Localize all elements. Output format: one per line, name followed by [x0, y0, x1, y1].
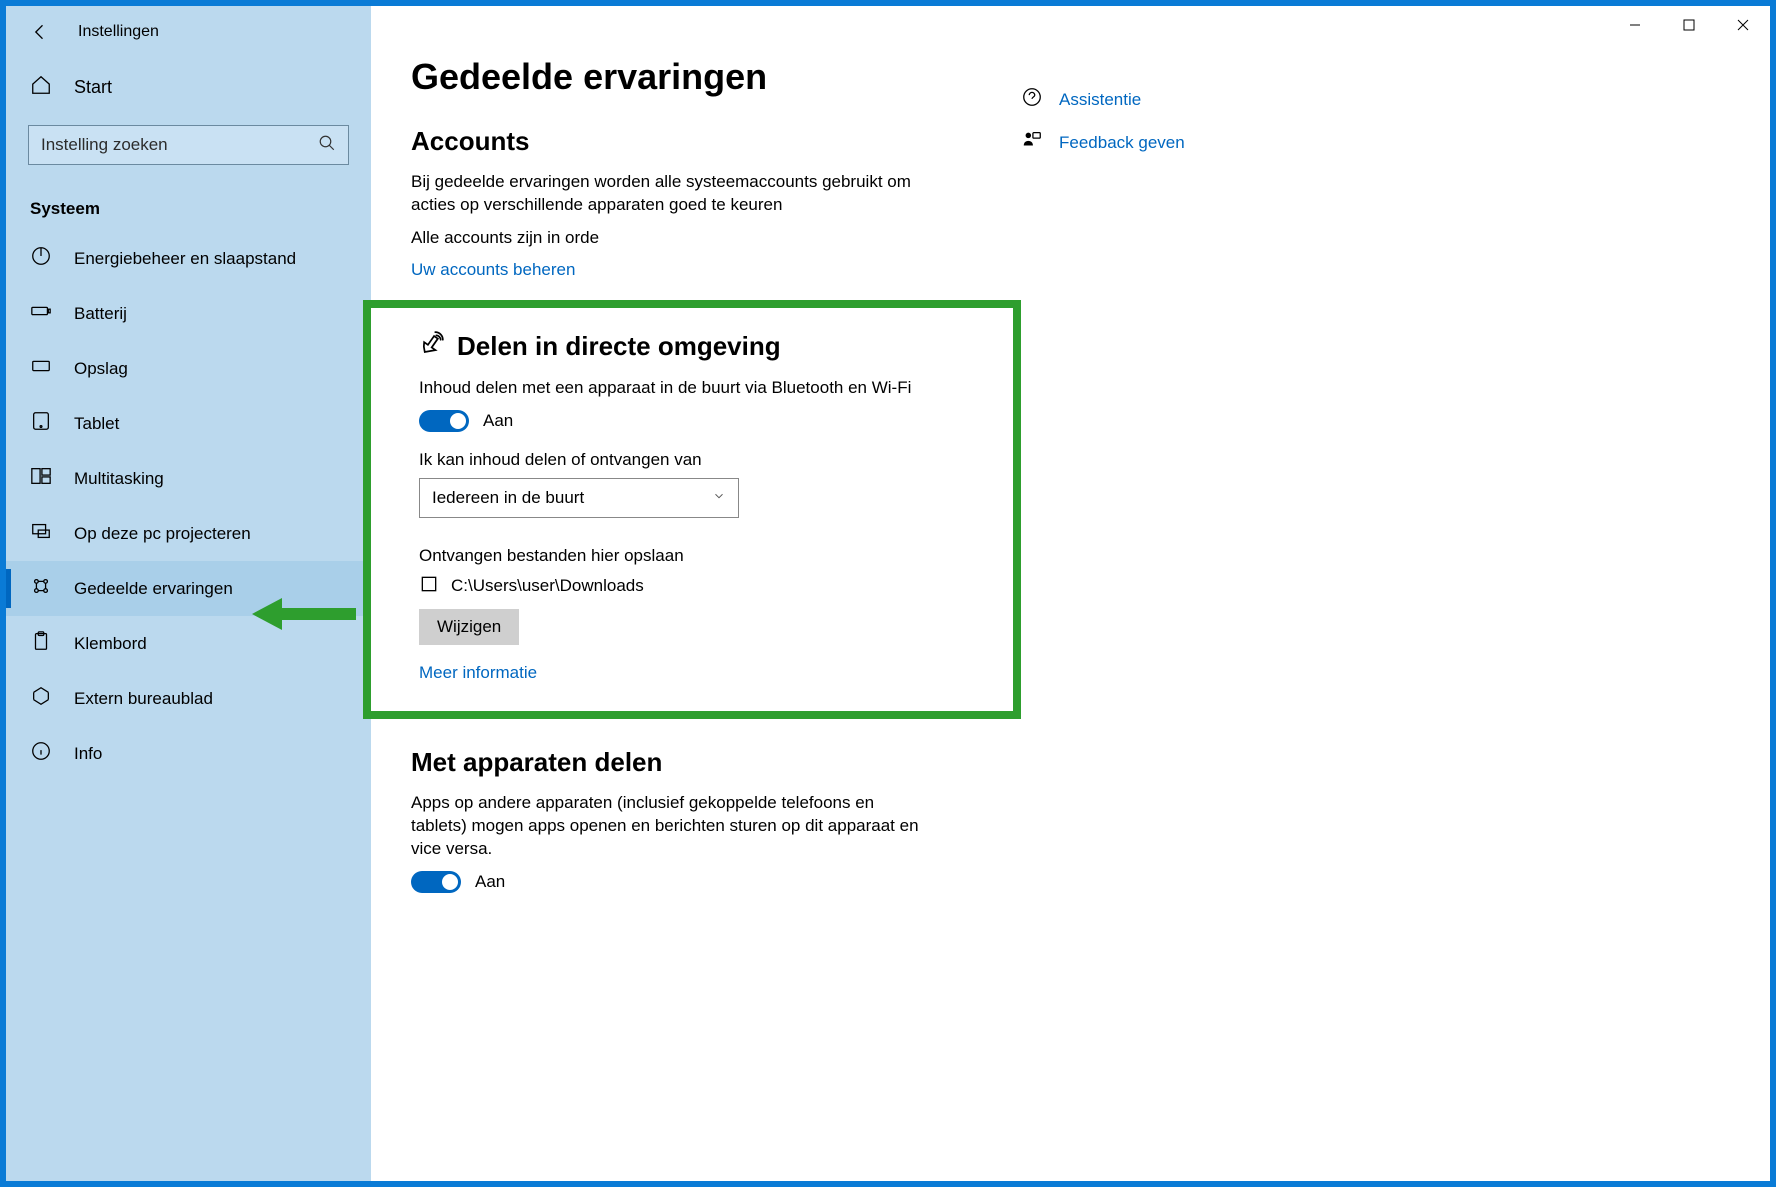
titlebar-controls [1608, 6, 1770, 44]
folder-icon [419, 574, 439, 599]
nearby-title-row: Delen in directe omgeving [419, 330, 973, 363]
accounts-status: Alle accounts zijn in orde [411, 227, 911, 250]
chevron-down-icon [712, 488, 726, 508]
more-info-link[interactable]: Meer informatie [419, 663, 537, 683]
search-input[interactable] [41, 135, 318, 155]
sidebar-item-project[interactable]: Op deze pc projecteren [6, 506, 371, 561]
feedback-link[interactable]: Feedback geven [1021, 129, 1281, 156]
help-icon [1021, 86, 1043, 113]
share-devices-title: Met apparaten delen [411, 747, 981, 778]
sidebar-item-power[interactable]: Energiebeheer en slaapstand [6, 231, 371, 286]
save-location-label: Ontvangen bestanden hier opslaan [419, 546, 973, 566]
sidebar-item-label: Multitasking [74, 469, 164, 489]
main-area: Gedeelde ervaringen Accounts Bij gedeeld… [371, 6, 1770, 1181]
share-devices-toggle-label: Aan [475, 872, 505, 892]
content: Gedeelde ervaringen Accounts Bij gedeeld… [371, 6, 1021, 1181]
help-link[interactable]: Assistentie [1021, 86, 1281, 113]
category-label: Systeem [6, 179, 371, 231]
accounts-desc: Bij gedeelde ervaringen worden alle syst… [411, 171, 911, 217]
page-title: Gedeelde ervaringen [411, 56, 981, 98]
sidebar-item-tablet[interactable]: Tablet [6, 396, 371, 451]
sidebar-home[interactable]: Start [6, 60, 371, 115]
accounts-title: Accounts [411, 126, 981, 157]
home-label: Start [74, 77, 112, 98]
battery-icon [30, 300, 52, 327]
sidebar-item-storage[interactable]: Opslag [6, 341, 371, 396]
nearby-title: Delen in directe omgeving [457, 331, 781, 362]
search-wrap [6, 115, 371, 179]
sidebar-item-shared-experiences[interactable]: Gedeelde ervaringen [6, 561, 371, 616]
multitask-icon [30, 465, 52, 492]
clipboard-icon [30, 630, 52, 657]
sidebar-item-multitasking[interactable]: Multitasking [6, 451, 371, 506]
sidebar-item-battery[interactable]: Batterij [6, 286, 371, 341]
nav-list: Energiebeheer en slaapstand Batterij Ops… [6, 231, 371, 781]
save-location-row: C:\Users\user\Downloads [419, 574, 973, 599]
help-links: Assistentie Feedback geven [1021, 6, 1321, 1181]
feedback-link-text: Feedback geven [1059, 133, 1185, 153]
remote-icon [30, 685, 52, 712]
sidebar-item-label: Tablet [74, 414, 119, 434]
feedback-icon [1021, 129, 1043, 156]
receive-from-label: Ik kan inhoud delen of ontvangen van [419, 450, 973, 470]
nearby-toggle-label: Aan [483, 411, 513, 431]
tablet-icon [30, 410, 52, 437]
share-devices-desc: Apps op andere apparaten (inclusief geko… [411, 792, 931, 861]
share-devices-toggle-row: Aan [411, 871, 981, 893]
maximize-button[interactable] [1662, 6, 1716, 44]
sidebar-item-label: Op deze pc projecteren [74, 524, 251, 544]
sidebar-header: Instellingen [6, 12, 371, 60]
close-button[interactable] [1716, 6, 1770, 44]
sidebar-item-about[interactable]: Info [6, 726, 371, 781]
save-location-path: C:\Users\user\Downloads [451, 576, 644, 596]
change-button[interactable]: Wijzigen [419, 609, 519, 645]
info-icon [30, 740, 52, 767]
nearby-toggle[interactable] [419, 410, 469, 432]
sidebar-item-clipboard[interactable]: Klembord [6, 616, 371, 671]
sidebar-item-remote-desktop[interactable]: Extern bureaublad [6, 671, 371, 726]
shared-icon [30, 575, 52, 602]
sidebar: Instellingen Start Systeem Energiebeheer… [6, 6, 371, 1181]
minimize-button[interactable] [1608, 6, 1662, 44]
power-icon [30, 245, 52, 272]
sidebar-item-label: Info [74, 744, 102, 764]
storage-icon [30, 355, 52, 382]
sidebar-item-label: Extern bureaublad [74, 689, 213, 709]
settings-window: Instellingen Start Systeem Energiebeheer… [6, 6, 1770, 1181]
nearby-toggle-row: Aan [419, 410, 973, 432]
nearby-sharing-highlight: Delen in directe omgeving Inhoud delen m… [363, 300, 1021, 719]
sidebar-item-label: Batterij [74, 304, 127, 324]
app-title: Instellingen [78, 23, 159, 41]
project-icon [30, 520, 52, 547]
search-icon [318, 134, 336, 157]
share-icon [419, 330, 445, 363]
back-icon[interactable] [30, 22, 50, 42]
nearby-desc: Inhoud delen met een apparaat in de buur… [419, 377, 919, 400]
help-link-text: Assistentie [1059, 90, 1141, 110]
share-devices-toggle[interactable] [411, 871, 461, 893]
sidebar-item-label: Gedeelde ervaringen [74, 579, 233, 599]
sidebar-item-label: Energiebeheer en slaapstand [74, 249, 296, 269]
sidebar-item-label: Opslag [74, 359, 128, 379]
home-icon [30, 74, 52, 101]
manage-accounts-link[interactable]: Uw accounts beheren [411, 260, 575, 280]
dropdown-value: Iedereen in de buurt [432, 488, 584, 508]
receive-from-dropdown[interactable]: Iedereen in de buurt [419, 478, 739, 518]
search-box[interactable] [28, 125, 349, 165]
sidebar-item-label: Klembord [74, 634, 147, 654]
